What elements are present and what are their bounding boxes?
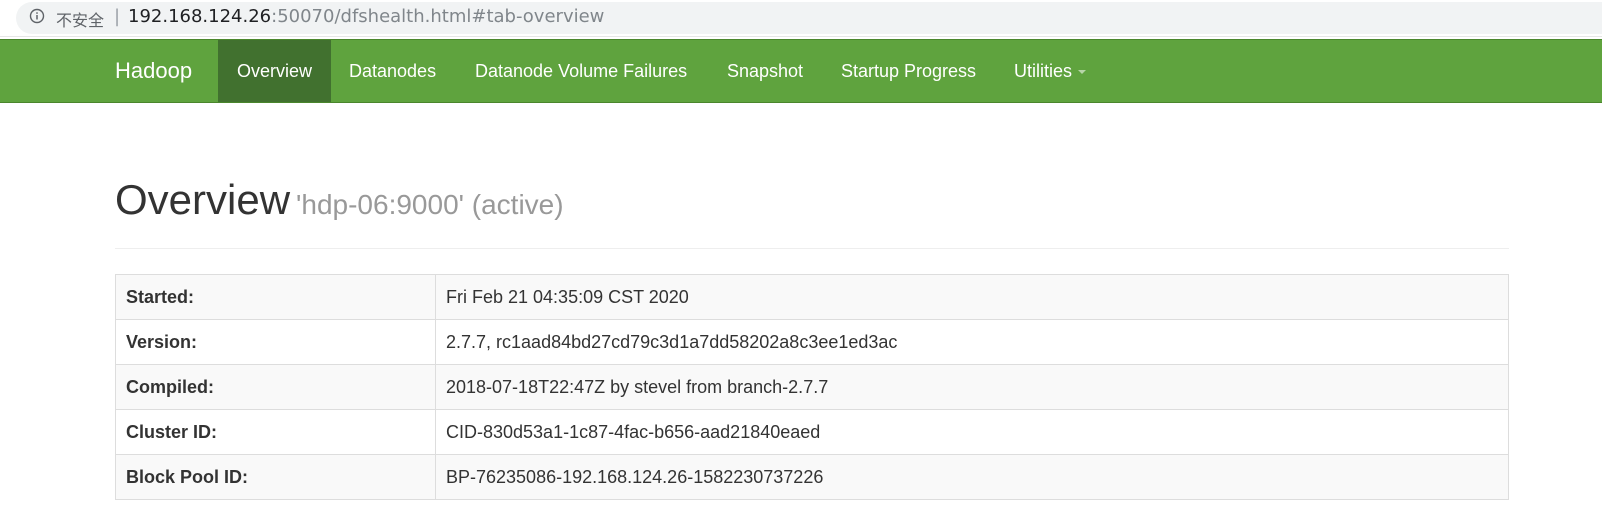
nav-tab-datanodes[interactable]: Datanodes	[349, 40, 436, 102]
table-row: Block Pool ID: BP-76235086-192.168.124.2…	[115, 454, 1509, 500]
row-label: Compiled:	[115, 364, 436, 410]
page-subtitle: 'hdp-06:9000' (active)	[296, 189, 564, 220]
nav-tab-startup-progress[interactable]: Startup Progress	[841, 40, 976, 102]
nav-tab-datanode-volume-failures[interactable]: Datanode Volume Failures	[475, 40, 687, 102]
table-row: Cluster ID: CID-830d53a1-1c87-4fac-b656-…	[115, 409, 1509, 455]
url-separator: |	[114, 6, 121, 27]
brand-link[interactable]: Hadoop	[115, 40, 192, 102]
url-path: :50070/dfshealth.html#tab-overview	[271, 6, 605, 27]
row-label: Version:	[115, 319, 436, 365]
row-value: CID-830d53a1-1c87-4fac-b656-aad21840eaed	[435, 409, 1509, 455]
table-row: Version: 2.7.7, rc1aad84bd27cd79c3d1a7dd…	[115, 319, 1509, 365]
row-value: 2018-07-18T22:47Z by stevel from branch-…	[435, 364, 1509, 410]
row-value: Fri Feb 21 04:35:09 CST 2020	[435, 274, 1509, 320]
row-label: Cluster ID:	[115, 409, 436, 455]
page-title-text: Overview	[115, 176, 291, 223]
nav-tab-snapshot[interactable]: Snapshot	[727, 40, 803, 102]
row-value: BP-76235086-192.168.124.26-1582230737226	[435, 454, 1509, 500]
info-icon[interactable]	[29, 8, 45, 24]
browser-address-bar: 不安全 | 192.168.124.26:50070/dfshealth.htm…	[0, 0, 1602, 37]
caret-down-icon	[1078, 70, 1087, 75]
overview-table: Started: Fri Feb 21 04:35:09 CST 2020 Ve…	[115, 274, 1509, 500]
url-text[interactable]: 192.168.124.26:50070/dfshealth.html#tab-…	[128, 6, 604, 27]
table-row: Started: Fri Feb 21 04:35:09 CST 2020	[115, 274, 1509, 320]
url-host: 192.168.124.26	[128, 6, 272, 27]
navbar: Hadoop Overview Datanodes Datanode Volum…	[0, 39, 1602, 103]
row-value: 2.7.7, rc1aad84bd27cd79c3d1a7dd58202a8c3…	[435, 319, 1509, 365]
security-label[interactable]: 不安全	[56, 7, 104, 31]
row-label: Block Pool ID:	[115, 454, 436, 500]
nav-tab-overview[interactable]: Overview	[218, 40, 331, 102]
nav-tab-utilities[interactable]: Utilities	[1014, 40, 1087, 102]
nav-tab-utilities-label: Utilities	[1014, 61, 1073, 81]
table-row: Compiled: 2018-07-18T22:47Z by stevel fr…	[115, 364, 1509, 410]
row-label: Started:	[115, 274, 436, 320]
page-header: Overview'hdp-06:9000' (active)	[115, 176, 1509, 249]
page-title: Overview'hdp-06:9000' (active)	[115, 176, 1509, 224]
